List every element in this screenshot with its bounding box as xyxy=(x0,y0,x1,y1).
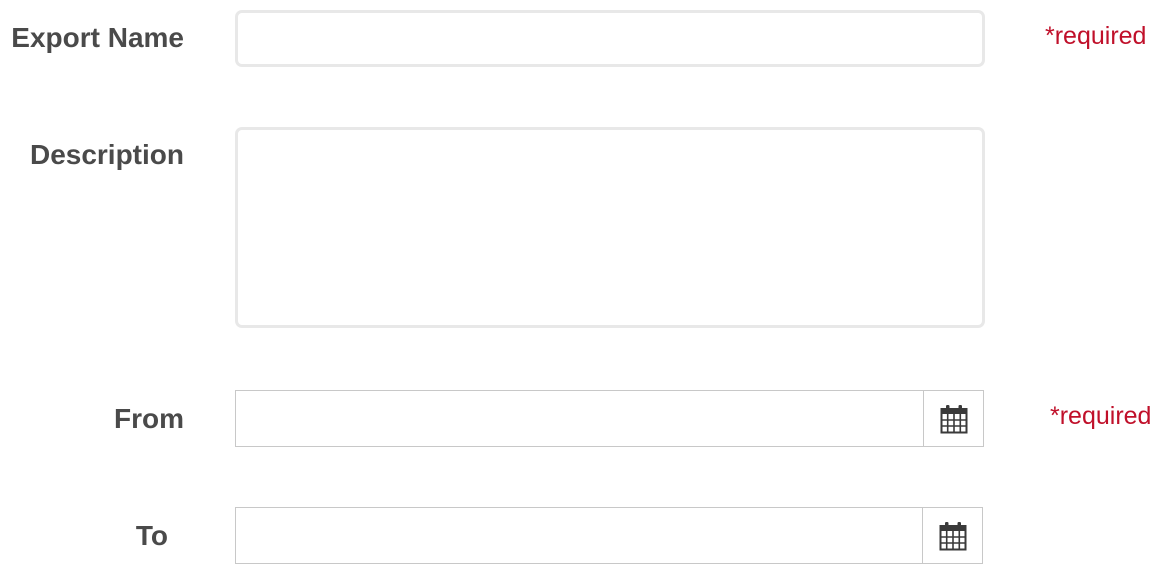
to-calendar-button[interactable] xyxy=(922,508,982,563)
export-name-required-note: *required xyxy=(1045,22,1147,50)
calendar-icon xyxy=(940,404,968,434)
export-name-label: Export Name xyxy=(11,22,184,53)
from-calendar-button[interactable] xyxy=(923,391,983,446)
description-textarea[interactable] xyxy=(235,127,985,328)
from-date-picker xyxy=(235,390,984,447)
to-label: To xyxy=(135,520,168,551)
calendar-icon xyxy=(939,521,967,551)
description-label: Description xyxy=(29,139,184,170)
export-name-input[interactable] xyxy=(235,10,985,67)
from-label: From xyxy=(114,403,184,434)
from-date-input[interactable] xyxy=(236,391,923,446)
to-date-picker xyxy=(235,507,983,564)
from-required-note: *required xyxy=(1050,402,1152,430)
to-date-input[interactable] xyxy=(236,508,922,563)
